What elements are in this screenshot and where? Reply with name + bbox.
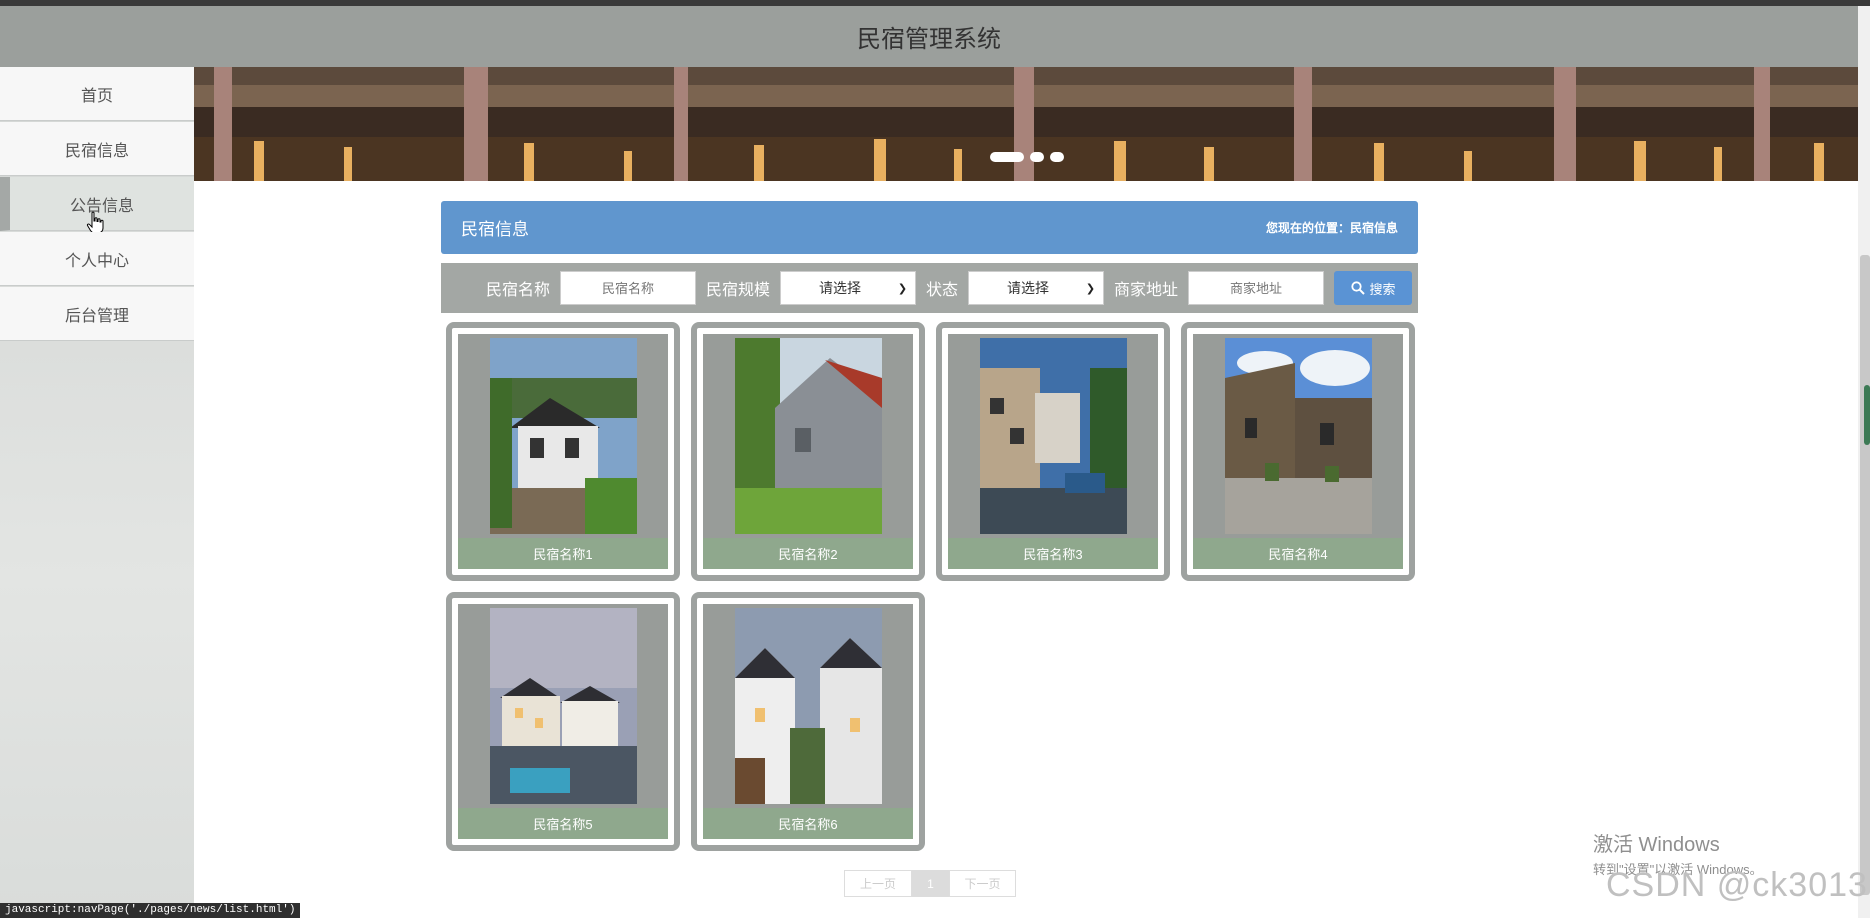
homestay-photo (979, 338, 1127, 534)
sidebar-item-admin[interactable]: 后台管理 (0, 287, 194, 341)
name-label: 民宿名称 (486, 282, 551, 299)
csdn-watermark: CSDN @ck3013 (1606, 866, 1868, 904)
carousel-dot[interactable] (1050, 152, 1064, 162)
status-select[interactable]: 请选择 ❯ (968, 271, 1105, 305)
sidebar-item-label: 后台管理 (64, 307, 129, 325)
search-button[interactable]: 搜索 (1334, 271, 1413, 305)
status-label: 状态 (926, 282, 959, 299)
homestay-photo (734, 608, 882, 804)
homestay-card[interactable]: 民宿名称3 (936, 322, 1170, 581)
sidebar: 首页 民宿信息 公告信息 个人中心 后台管理 (0, 67, 194, 918)
search-bar: 民宿名称 民宿规模 请选择 ❯ 状态 请选择 ❯ 商家地址 搜索 (441, 263, 1418, 313)
homestay-card[interactable]: 民宿名称4 (1181, 322, 1415, 581)
page-number-current[interactable]: 1 (912, 870, 949, 897)
scale-select-value: 请选择 (819, 280, 862, 296)
sidebar-item-label: 个人中心 (64, 252, 129, 270)
sidebar-item-label: 民宿信息 (64, 142, 129, 160)
address-input[interactable] (1188, 271, 1325, 305)
scale-select[interactable]: 请选择 ❯ (780, 271, 917, 305)
homestay-photo (1224, 338, 1372, 534)
search-icon (1350, 281, 1365, 295)
banner-carousel[interactable] (194, 67, 1858, 181)
breadcrumb: 您现在的位置：民宿信息 (1265, 221, 1398, 235)
activation-title: 激活 Windows (1593, 834, 1720, 856)
scrollbar-thumb[interactable] (1860, 255, 1870, 895)
carousel-dot[interactable] (1030, 152, 1044, 162)
address-label: 商家地址 (1114, 282, 1179, 299)
scale-label: 民宿规模 (706, 282, 771, 299)
site-header: 民宿管理系统 (0, 6, 1858, 67)
browser-status-bar: javascript:navPage('./pages/news/list.ht… (0, 903, 301, 918)
sidebar-item-home[interactable]: 首页 (0, 67, 194, 121)
sidebar-item-homestay-info[interactable]: 民宿信息 (0, 122, 194, 176)
homestay-name: 民宿名称1 (458, 538, 668, 569)
homestay-card[interactable]: 民宿名称1 (446, 322, 680, 581)
homestay-name: 民宿名称5 (458, 808, 668, 839)
homestay-photo (489, 608, 637, 804)
homestay-card[interactable]: 民宿名称6 (691, 592, 925, 851)
name-input[interactable] (560, 271, 697, 305)
homestay-photo (734, 338, 882, 534)
panel-header: 民宿信息 您现在的位置：民宿信息 (441, 201, 1418, 254)
homestay-card[interactable]: 民宿名称2 (691, 322, 925, 581)
prev-page-button[interactable]: 上一页 (844, 870, 912, 897)
scrollbar-marker (1864, 385, 1870, 445)
sidebar-item-label: 首页 (80, 87, 113, 105)
search-button-label: 搜索 (1369, 281, 1396, 297)
homestay-name: 民宿名称2 (703, 538, 913, 569)
pagination: 上一页 1 下一页 (844, 870, 1016, 897)
chevron-down-icon: ❯ (1085, 282, 1096, 295)
sidebar-item-user-center[interactable]: 个人中心 (0, 232, 194, 286)
status-select-value: 请选择 (1007, 280, 1050, 296)
chevron-down-icon: ❯ (897, 282, 908, 295)
homestay-name: 民宿名称6 (703, 808, 913, 839)
homestay-name: 民宿名称4 (1193, 538, 1403, 569)
banner-image (194, 67, 1858, 181)
panel-title: 民宿信息 (461, 220, 529, 239)
next-page-button[interactable]: 下一页 (949, 870, 1016, 897)
homestay-photo (489, 338, 637, 534)
carousel-dot[interactable] (990, 152, 1024, 162)
homestay-card[interactable]: 民宿名称5 (446, 592, 680, 851)
sidebar-item-announcements[interactable]: 公告信息 (0, 177, 194, 234)
homestay-name: 民宿名称3 (948, 538, 1158, 569)
site-title: 民宿管理系统 (857, 26, 1001, 53)
carousel-indicators (990, 152, 1064, 162)
